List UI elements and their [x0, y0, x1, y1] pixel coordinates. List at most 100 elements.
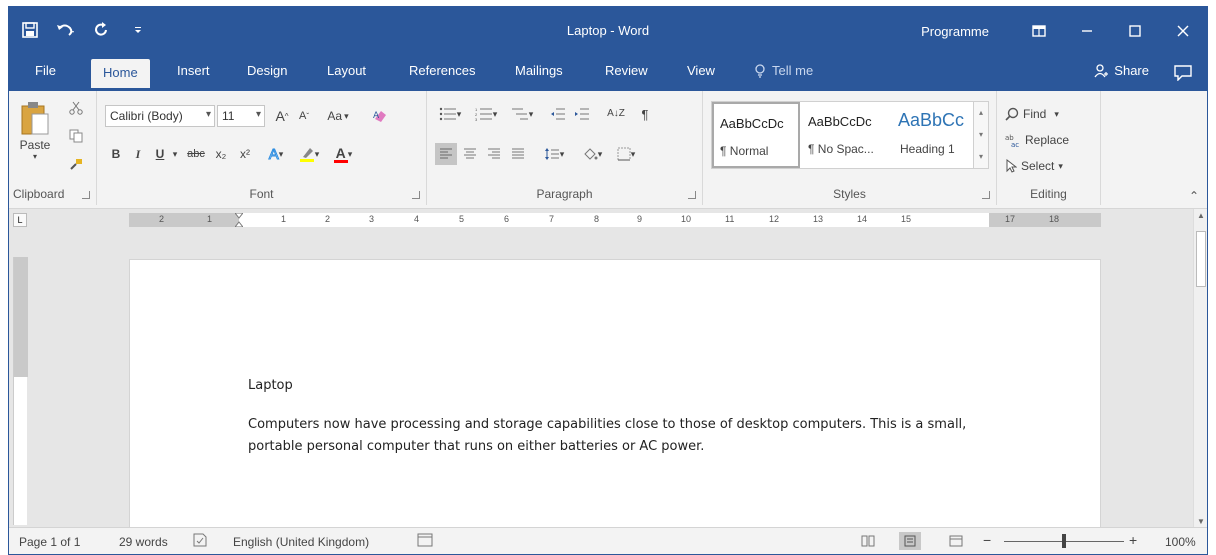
font-color-label: A [335, 144, 346, 161]
indent-marker-icon[interactable] [233, 212, 245, 228]
tab-design[interactable]: Design [247, 63, 287, 78]
minimize-button[interactable] [1063, 7, 1111, 55]
select-button[interactable]: Select ▾ [1005, 155, 1063, 177]
web-layout-button[interactable] [945, 532, 967, 550]
macro-recording-icon[interactable] [417, 533, 433, 550]
proofing-icon[interactable] [192, 533, 208, 550]
clear-formatting-button[interactable]: A [369, 105, 391, 127]
styles-launcher-icon[interactable] [982, 191, 990, 199]
copy-button[interactable] [65, 125, 87, 147]
word-count[interactable]: 29 words [119, 535, 168, 549]
show-formatting-button[interactable]: ¶ [635, 103, 655, 125]
format-painter-button[interactable] [65, 153, 87, 175]
align-left-button[interactable] [435, 143, 457, 165]
underline-button[interactable]: U [151, 143, 169, 165]
styles-scroll-down-icon[interactable]: ▾ [974, 124, 988, 146]
shrink-font-button[interactable]: Aˇ [295, 105, 313, 127]
numbering-button[interactable]: 1 2 3 ▾ [469, 103, 503, 125]
style-no-spacing[interactable]: AaBbCcDc ¶ No Spac... [802, 102, 890, 168]
zoom-slider-thumb[interactable] [1062, 534, 1066, 548]
read-mode-button[interactable] [857, 532, 879, 550]
paragraph-group-label: Paragraph [536, 187, 593, 201]
sort-button[interactable]: A↓Z [605, 103, 627, 125]
font-launcher-icon[interactable] [412, 191, 420, 199]
font-name-combo[interactable]: Calibri (Body) ▾ [105, 105, 215, 127]
styles-gallery-scroll[interactable]: ▴ ▾ ▾ [973, 101, 989, 169]
tab-insert[interactable]: Insert [177, 63, 210, 78]
tab-home[interactable]: Home [91, 59, 150, 88]
language[interactable]: English (United Kingdom) [233, 535, 369, 549]
style-heading-1[interactable]: AaBbCc Heading 1 [892, 102, 980, 168]
align-right-button[interactable] [483, 143, 505, 165]
decrease-indent-button[interactable] [547, 103, 569, 125]
scroll-up-icon[interactable]: ▲ [1196, 211, 1206, 221]
scroll-down-icon[interactable]: ▼ [1196, 517, 1206, 527]
tab-layout[interactable]: Layout [327, 63, 366, 78]
paste-button[interactable]: Paste ▾ [15, 95, 55, 165]
page-count[interactable]: Page 1 of 1 [19, 535, 80, 549]
replace-button[interactable]: ab ac Replace [1005, 129, 1069, 151]
justify-button[interactable] [507, 143, 529, 165]
paste-dropdown-icon[interactable]: ▾ [33, 152, 37, 161]
close-button[interactable] [1159, 7, 1207, 55]
increase-indent-button[interactable] [571, 103, 593, 125]
styles-scroll-up-icon[interactable]: ▴ [974, 102, 988, 124]
cut-button[interactable] [65, 97, 87, 119]
font-color-button[interactable]: A ▾ [329, 143, 357, 165]
document-title[interactable]: Laptop [248, 378, 293, 393]
align-right-icon [488, 148, 500, 159]
paragraph-launcher-icon[interactable] [688, 191, 696, 199]
text-effects-button[interactable]: A ▾ [263, 143, 289, 165]
share-button[interactable]: Share [1094, 63, 1149, 78]
scrollbar-thumb[interactable] [1196, 231, 1206, 287]
zoom-out-icon[interactable]: − [983, 532, 991, 548]
comments-button[interactable] [1171, 61, 1195, 85]
zoom-level[interactable]: 100% [1165, 535, 1196, 549]
maximize-button[interactable] [1111, 7, 1159, 55]
strikethrough-button[interactable]: abc [183, 143, 209, 165]
font-size-dropdown-icon: ▾ [255, 109, 261, 120]
tell-me-box[interactable]: Tell me [754, 63, 813, 78]
horizontal-ruler[interactable]: 2 1 1 2 3 4 5 6 7 8 9 10 11 12 13 14 15 … [129, 212, 1101, 228]
ruler-label: 1 [281, 214, 287, 224]
align-center-button[interactable] [459, 143, 481, 165]
highlight-color-button[interactable]: ▾ [295, 143, 323, 165]
underline-dropdown-icon[interactable]: ▾ [171, 143, 179, 165]
style-normal[interactable]: AaBbCcDc ¶ Normal [712, 102, 800, 168]
italic-button[interactable]: I [129, 143, 147, 165]
bullets-button[interactable]: ▾ [433, 103, 467, 125]
tab-review[interactable]: Review [605, 63, 648, 78]
change-case-button[interactable]: Aa ▾ [321, 105, 355, 127]
clipboard-launcher-icon[interactable] [82, 191, 90, 199]
document-paragraph[interactable]: Computers now have processing and storag… [248, 414, 1008, 458]
multilevel-list-button[interactable]: ▾ [505, 103, 539, 125]
bold-button[interactable]: B [107, 143, 125, 165]
line-spacing-button[interactable]: ▾ [539, 143, 569, 165]
vertical-ruler[interactable] [13, 257, 28, 525]
shading-button[interactable]: ▾ [577, 143, 607, 165]
ruler-row: L 2 1 1 2 3 4 5 6 7 8 9 10 11 12 13 14 1… [9, 209, 1207, 231]
tab-file[interactable]: File [35, 63, 56, 78]
account-name[interactable]: Programme [921, 24, 989, 39]
tab-references[interactable]: References [409, 63, 475, 78]
superscript-button[interactable]: x² [235, 143, 255, 165]
font-group: Calibri (Body) ▾ 11 ▾ A ^ Aˇ Aa ▾ A B I U… [97, 91, 427, 205]
styles-more-icon[interactable]: ▾ [974, 146, 988, 168]
print-layout-button[interactable] [899, 532, 921, 550]
zoom-in-icon[interactable]: + [1129, 532, 1137, 548]
find-button[interactable]: Find ▾ [1005, 103, 1059, 125]
grow-font-button[interactable]: A ^ [273, 105, 291, 127]
subscript-button[interactable]: x₂ [211, 143, 231, 165]
tab-selector-icon[interactable]: L [13, 213, 27, 227]
tab-view[interactable]: View [687, 63, 715, 78]
font-size-combo[interactable]: 11 ▾ [217, 105, 265, 127]
font-color-swatch [333, 159, 348, 163]
vertical-scrollbar[interactable]: ▲ ▼ [1193, 209, 1207, 529]
tab-mailings[interactable]: Mailings [515, 63, 563, 78]
document-page[interactable]: Laptop Computers now have processing and… [129, 259, 1101, 529]
font-size-value: 11 [222, 109, 235, 123]
ruler-label: 6 [504, 214, 510, 224]
ribbon-display-options-button[interactable] [1015, 7, 1063, 55]
collapse-ribbon-icon[interactable]: ⌃ [1189, 189, 1199, 203]
borders-button[interactable]: ▾ [611, 143, 641, 165]
